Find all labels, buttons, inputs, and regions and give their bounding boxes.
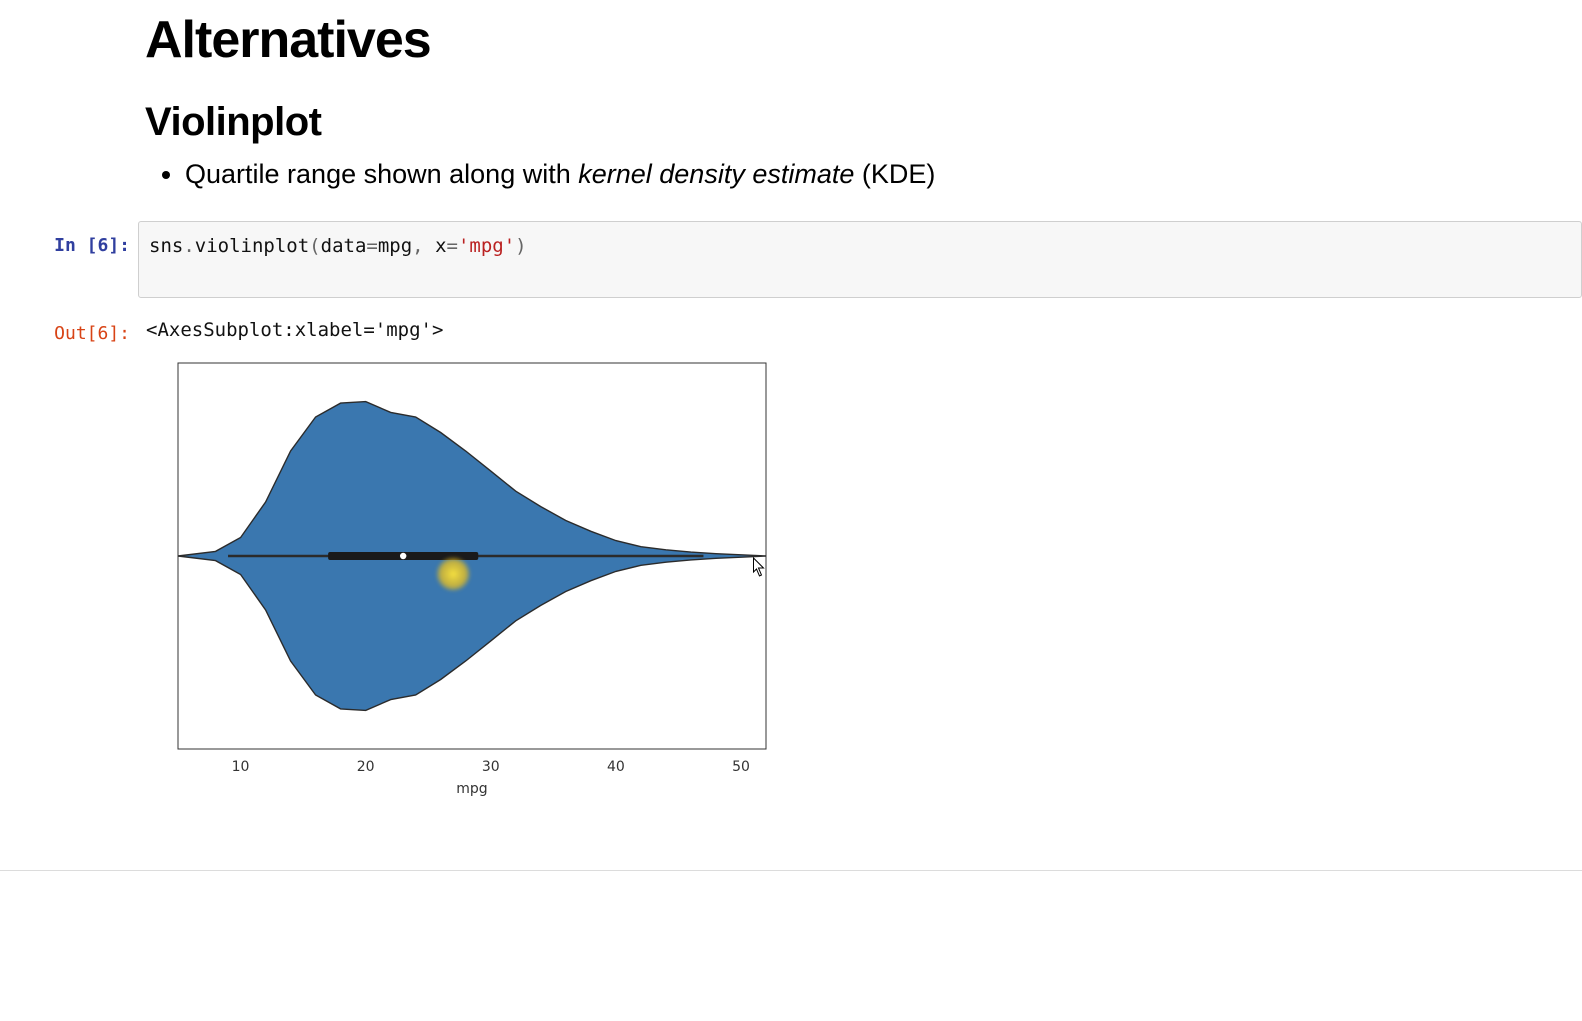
code-token: ) <box>515 235 526 257</box>
output-repr: <AxesSubplot:xlabel='mpg'> <box>146 309 1582 355</box>
code-input[interactable]: sns.violinplot(data=mpg, x='mpg') <box>138 221 1582 298</box>
code-cell: In [6]: sns.violinplot(data=mpg, x='mpg'… <box>0 220 1582 298</box>
code-token: mpg <box>378 235 412 257</box>
x-tick-label: 40 <box>607 759 625 775</box>
code-token: ( <box>309 235 320 257</box>
bullet-text-prefix: Quartile range shown along with <box>185 159 578 189</box>
violin-plot: 10 20 30 40 50 mpg <box>166 355 776 805</box>
code-token: . <box>183 235 194 257</box>
code-token: data <box>321 235 367 257</box>
output-cell: Out[6]: <AxesSubplot:xlabel='mpg'> 10 20 3… <box>0 308 1582 840</box>
code-token: 'mpg' <box>458 235 515 257</box>
heading-violinplot: Violinplot <box>145 100 1582 145</box>
cursor-icon <box>753 558 763 576</box>
cell-separator <box>0 870 1582 871</box>
x-tick-label: 30 <box>482 759 500 775</box>
bullet-item: Quartile range shown along with kernel d… <box>185 159 1582 190</box>
bullet-text-em: kernel density estimate <box>578 159 854 189</box>
code-token: = <box>447 235 458 257</box>
code-token: = <box>366 235 377 257</box>
code-token: , <box>412 235 435 257</box>
pointer-highlight-icon <box>435 556 471 592</box>
code-token: sns <box>149 235 183 257</box>
code-token: x <box>435 235 446 257</box>
input-prompt: In [6]: <box>0 221 130 256</box>
x-tick-label: 50 <box>732 759 750 775</box>
markdown-cell: Alternatives Violinplot Quartile range s… <box>0 10 1582 190</box>
bullet-list: Quartile range shown along with kernel d… <box>145 159 1582 190</box>
plot-output: 10 20 30 40 50 mpg <box>166 355 1582 840</box>
heading-alternatives: Alternatives <box>145 10 1582 70</box>
code-token: violinplot <box>195 235 309 257</box>
x-axis-label: mpg <box>456 781 487 797</box>
bullet-text-suffix: (KDE) <box>854 159 935 189</box>
output-prompt: Out[6]: <box>0 309 130 344</box>
x-tick-label: 20 <box>357 759 375 775</box>
violin-median-dot <box>400 553 406 559</box>
x-tick-label: 10 <box>232 759 250 775</box>
